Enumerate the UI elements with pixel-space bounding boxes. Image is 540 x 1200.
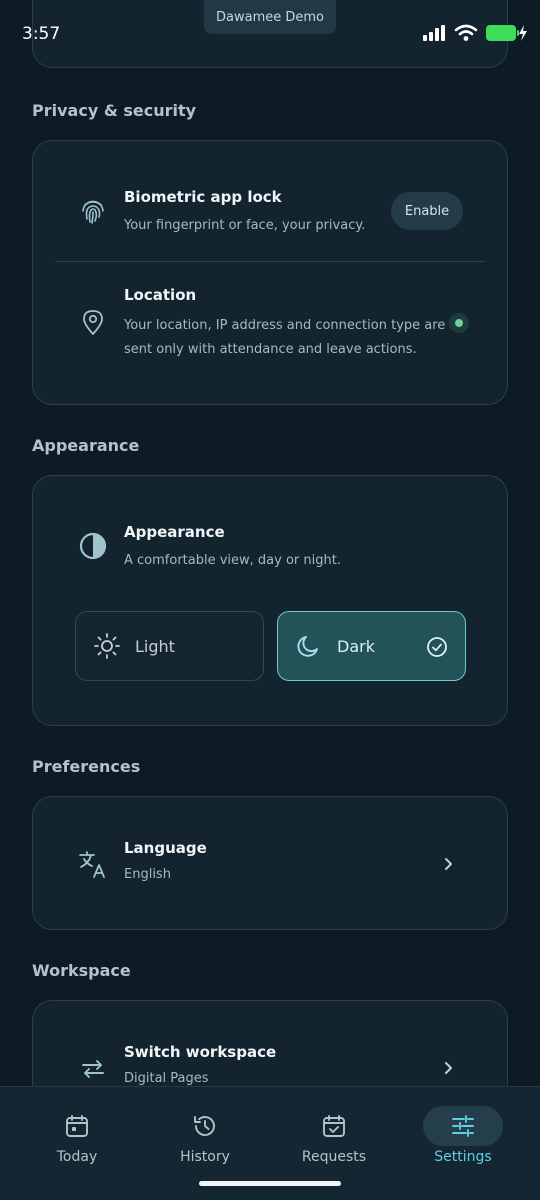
appearance-title: Appearance <box>124 523 225 541</box>
calendar-check-icon <box>323 1115 345 1137</box>
calendar-icon <box>66 1115 88 1137</box>
location-subtitle: Your location, IP address and connection… <box>124 318 446 357</box>
battery-charging-icon <box>486 25 527 41</box>
privacy-card: Biometric app lock Your fingerprint or f… <box>32 140 508 405</box>
home-indicator <box>199 1181 341 1186</box>
location-status-indicator <box>449 313 469 333</box>
fingerprint-icon <box>82 200 104 224</box>
nav-label: Settings <box>434 1149 492 1165</box>
demo-badge: Dawamee Demo <box>204 0 336 34</box>
translate-icon <box>79 851 105 878</box>
signal-icon <box>423 25 445 41</box>
nav-settings[interactable]: Settings <box>403 1087 523 1177</box>
settings-screen: 3:57 Dawamee Demo Privacy & security Bio… <box>0 0 540 1200</box>
chevron-right-icon <box>445 858 452 870</box>
nav-label: Today <box>56 1149 98 1165</box>
nav-label: History <box>180 1149 230 1165</box>
section-title-appearance: Appearance <box>32 436 140 455</box>
language-row[interactable]: Language English <box>33 797 507 931</box>
theme-option-label: Dark <box>337 636 375 656</box>
moon-icon <box>297 636 318 657</box>
status-icons <box>422 24 528 42</box>
nav-requests[interactable]: Requests <box>274 1087 394 1177</box>
biometric-row: Biometric app lock Your fingerprint or f… <box>33 141 507 261</box>
preferences-card: Language English <box>32 796 508 930</box>
location-title: Location <box>124 286 197 304</box>
section-title-workspace: Workspace <box>32 961 131 980</box>
history-icon <box>194 1116 215 1136</box>
sliders-icon <box>452 1115 474 1137</box>
theme-option-label: Light <box>135 636 175 656</box>
status-time: 3:57 <box>22 24 61 44</box>
language-title: Language <box>124 839 207 857</box>
appearance-subtitle: A comfortable view, day or night. <box>124 553 341 568</box>
language-value: English <box>124 867 171 882</box>
theme-option-dark[interactable]: Dark <box>277 611 466 681</box>
contrast-icon <box>79 532 107 560</box>
biometric-title: Biometric app lock <box>124 188 282 206</box>
theme-option-light[interactable]: Light <box>75 611 264 681</box>
nav-label: Requests <box>301 1149 367 1165</box>
location-row: Location Your location, IP address and c… <box>33 262 507 406</box>
chevron-right-icon <box>445 1062 452 1074</box>
section-title-preferences: Preferences <box>32 757 141 776</box>
location-pin-icon <box>83 310 103 335</box>
appearance-card: Appearance A comfortable view, day or ni… <box>32 475 508 726</box>
sun-icon <box>94 633 120 659</box>
switch-workspace-title: Switch workspace <box>124 1043 277 1061</box>
check-circle-icon <box>427 637 447 657</box>
enable-biometric-button[interactable]: Enable <box>391 192 463 230</box>
nav-active-indicator <box>423 1106 503 1146</box>
nav-history[interactable]: History <box>145 1087 265 1177</box>
wifi-icon <box>454 24 478 41</box>
swap-arrows-icon <box>82 1060 104 1078</box>
nav-today[interactable]: Today <box>17 1087 137 1177</box>
section-title-privacy: Privacy & security <box>32 101 197 120</box>
